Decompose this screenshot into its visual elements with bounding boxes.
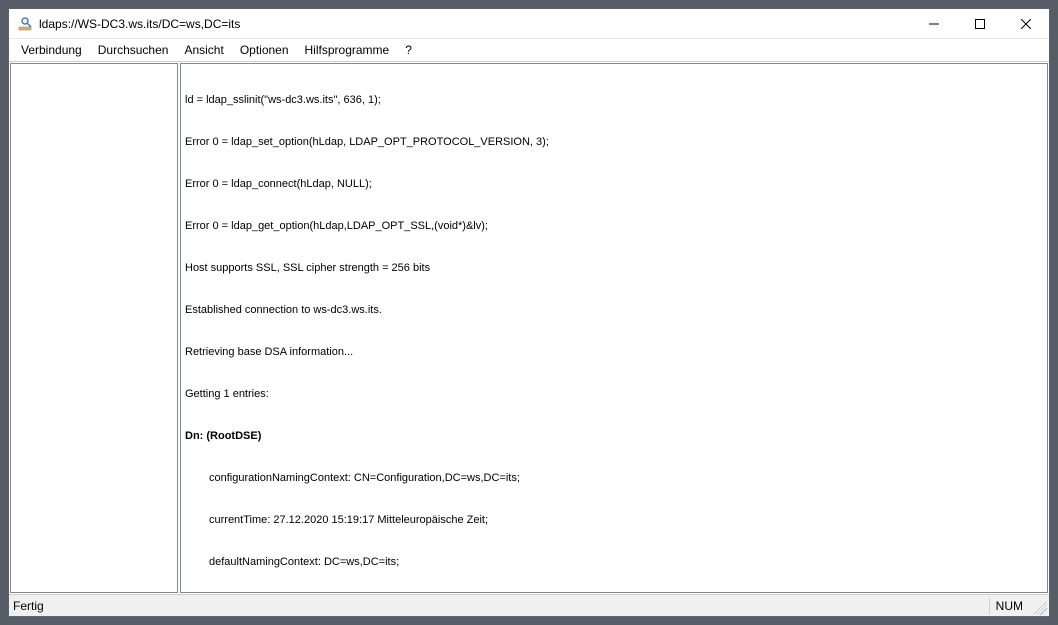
titlebar[interactable]: ldaps://WS-DC3.ws.its/DC=ws,DC=its <box>9 9 1049 39</box>
menu-verbindung[interactable]: Verbindung <box>13 41 90 59</box>
log-line: ld = ldap_sslinit("ws-dc3.ws.its", 636, … <box>185 93 1043 107</box>
app-window: ldaps://WS-DC3.ws.its/DC=ws,DC=its Verbi… <box>8 8 1050 617</box>
log-line: Error 0 = ldap_connect(hLdap, NULL); <box>185 177 1043 191</box>
output-pane[interactable]: ld = ldap_sslinit("ws-dc3.ws.its", 636, … <box>180 63 1048 593</box>
attr-line: defaultNamingContext: DC=ws,DC=its; <box>185 555 1043 569</box>
window-title: ldaps://WS-DC3.ws.its/DC=ws,DC=its <box>39 17 911 31</box>
window-controls <box>911 9 1049 39</box>
menu-ansicht[interactable]: Ansicht <box>176 41 231 59</box>
attr-line: configurationNamingContext: CN=Configura… <box>185 471 1043 485</box>
minimize-button[interactable] <box>911 9 957 39</box>
menubar: Verbindung Durchsuchen Ansicht Optionen … <box>9 39 1049 61</box>
menu-optionen[interactable]: Optionen <box>232 41 297 59</box>
attr-line: currentTime: 27.12.2020 15:19:17 Mittele… <box>185 513 1043 527</box>
statusbar: Fertig NUM <box>9 594 1049 616</box>
dn-line: Dn: (RootDSE) <box>185 429 1043 443</box>
menu-durchsuchen[interactable]: Durchsuchen <box>90 41 177 59</box>
log-line: Established connection to ws-dc3.ws.its. <box>185 303 1043 317</box>
maximize-button[interactable] <box>957 9 1003 39</box>
close-button[interactable] <box>1003 9 1049 39</box>
menu-help[interactable]: ? <box>397 41 420 59</box>
resize-grip-icon[interactable] <box>1029 597 1047 615</box>
status-text: Fertig <box>9 599 983 613</box>
log-line: Error 0 = ldap_get_option(hLdap,LDAP_OPT… <box>185 219 1043 233</box>
tree-pane[interactable] <box>10 63 178 593</box>
app-icon <box>17 16 33 32</box>
menu-hilfsprogramme[interactable]: Hilfsprogramme <box>297 41 398 59</box>
log-line: Error 0 = ldap_set_option(hLdap, LDAP_OP… <box>185 135 1043 149</box>
status-numlock: NUM <box>996 599 1029 613</box>
status-separator <box>989 598 990 614</box>
log-line: Getting 1 entries: <box>185 387 1043 401</box>
log-line: Host supports SSL, SSL cipher strength =… <box>185 261 1043 275</box>
client-area: ld = ldap_sslinit("ws-dc3.ws.its", 636, … <box>9 61 1049 594</box>
log-line: Retrieving base DSA information... <box>185 345 1043 359</box>
